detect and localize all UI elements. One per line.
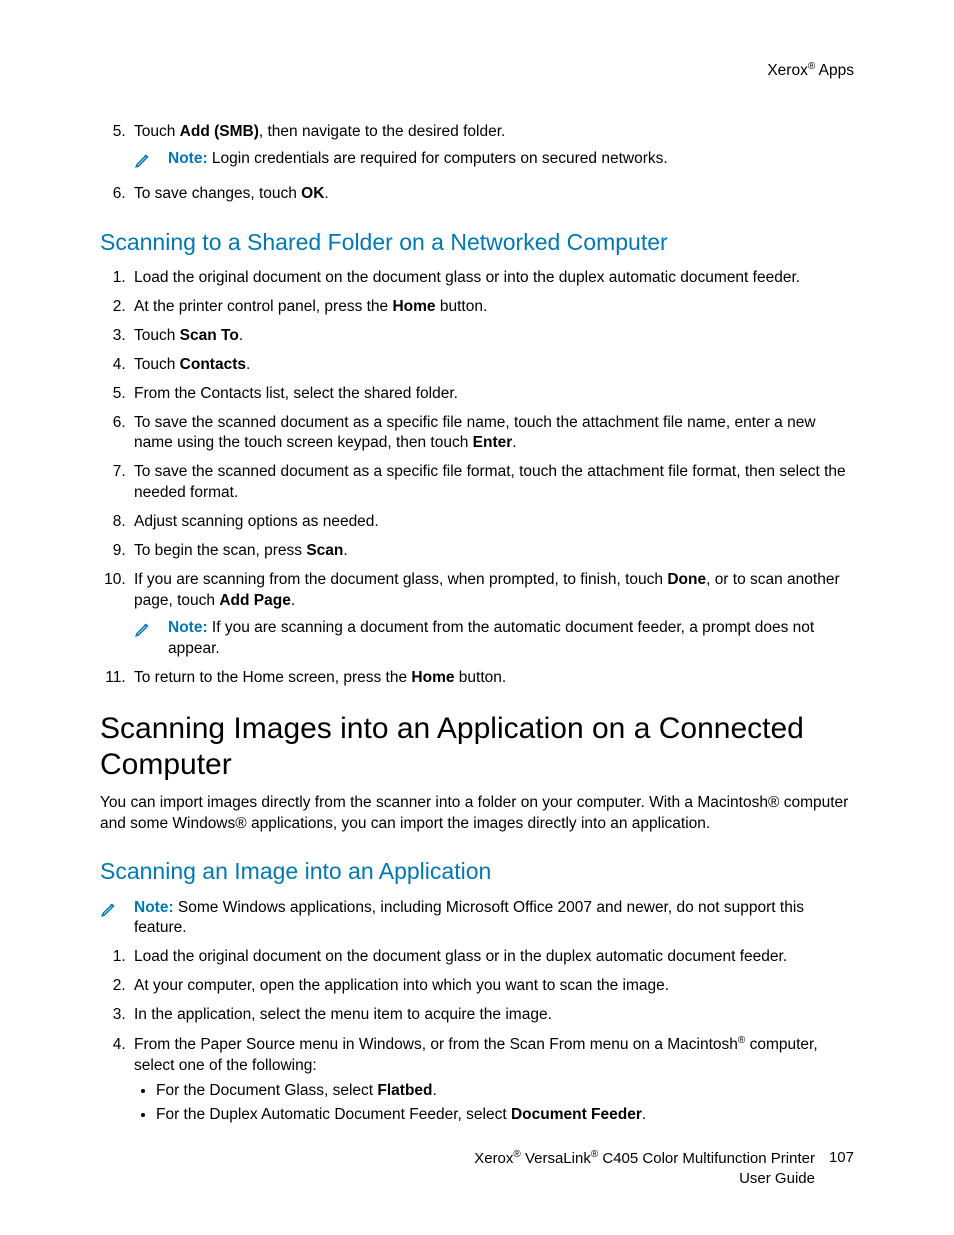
note-block: Note: Some Windows applications, includi… — [100, 898, 854, 940]
reg-mark: ® — [808, 61, 815, 72]
note-text: Some Windows applications, including Mic… — [134, 899, 804, 937]
list-item: Load the original document on the docume… — [130, 947, 854, 968]
note-block: Note: Login credentials are required for… — [134, 149, 854, 176]
heading-scanning-images: Scanning Images into an Application on a… — [100, 711, 854, 783]
pencil-note-icon — [100, 900, 118, 925]
note-label: Note: — [168, 619, 208, 636]
document-page: Xerox® Apps Touch Add (SMB), then naviga… — [0, 0, 954, 1235]
list-item: Touch Scan To. — [130, 326, 854, 347]
list-item: From the Paper Source menu in Windows, o… — [130, 1034, 854, 1126]
page-footer: Xerox® VersaLink® C405 Color Multifuncti… — [100, 1148, 854, 1190]
bullet-list: For the Document Glass, select Flatbed. … — [156, 1081, 854, 1126]
list-item: To save the scanned document as a specif… — [130, 462, 854, 504]
running-header: Xerox® Apps — [100, 60, 854, 82]
list-item: Load the original document on the docume… — [130, 268, 854, 289]
header-section: Apps — [819, 62, 854, 79]
heading-shared-folder: Scanning to a Shared Folder on a Network… — [100, 227, 854, 258]
list-item: To begin the scan, press Scan. — [130, 541, 854, 562]
list-item: To return to the Home screen, press the … — [130, 668, 854, 689]
list-item: From the Contacts list, select the share… — [130, 384, 854, 405]
list-item: At the printer control panel, press the … — [130, 297, 854, 318]
list-item: Touch Add (SMB), then navigate to the de… — [130, 122, 854, 176]
page-number: 107 — [829, 1148, 854, 1168]
note-block: Note: If you are scanning a document fro… — [134, 618, 854, 660]
note-label: Note: — [168, 150, 208, 167]
shared-step-list: Load the original document on the docume… — [100, 268, 854, 689]
pencil-note-icon — [134, 620, 152, 645]
list-item: Adjust scanning options as needed. — [130, 512, 854, 533]
app-step-list: Load the original document on the docume… — [100, 947, 854, 1126]
list-item: If you are scanning from the document gl… — [130, 570, 854, 660]
list-item: Touch Contacts. — [130, 355, 854, 376]
list-item: To save the scanned document as a specif… — [130, 413, 854, 455]
note-text: If you are scanning a document from the … — [168, 619, 814, 657]
list-item: In the application, select the menu item… — [130, 1005, 854, 1026]
intro-paragraph: You can import images directly from the … — [100, 793, 854, 835]
header-brand: Xerox — [767, 62, 808, 79]
list-item: To save changes, touch OK. — [130, 184, 854, 205]
intro-step-list: Touch Add (SMB), then navigate to the de… — [100, 122, 854, 205]
heading-scan-into-app: Scanning an Image into an Application — [100, 856, 854, 887]
pencil-note-icon — [134, 151, 152, 176]
list-item: At your computer, open the application i… — [130, 976, 854, 997]
note-label: Note: — [134, 899, 174, 916]
list-item: For the Duplex Automatic Document Feeder… — [156, 1105, 854, 1126]
list-item: For the Document Glass, select Flatbed. — [156, 1081, 854, 1102]
note-text: Login credentials are required for compu… — [212, 150, 668, 167]
